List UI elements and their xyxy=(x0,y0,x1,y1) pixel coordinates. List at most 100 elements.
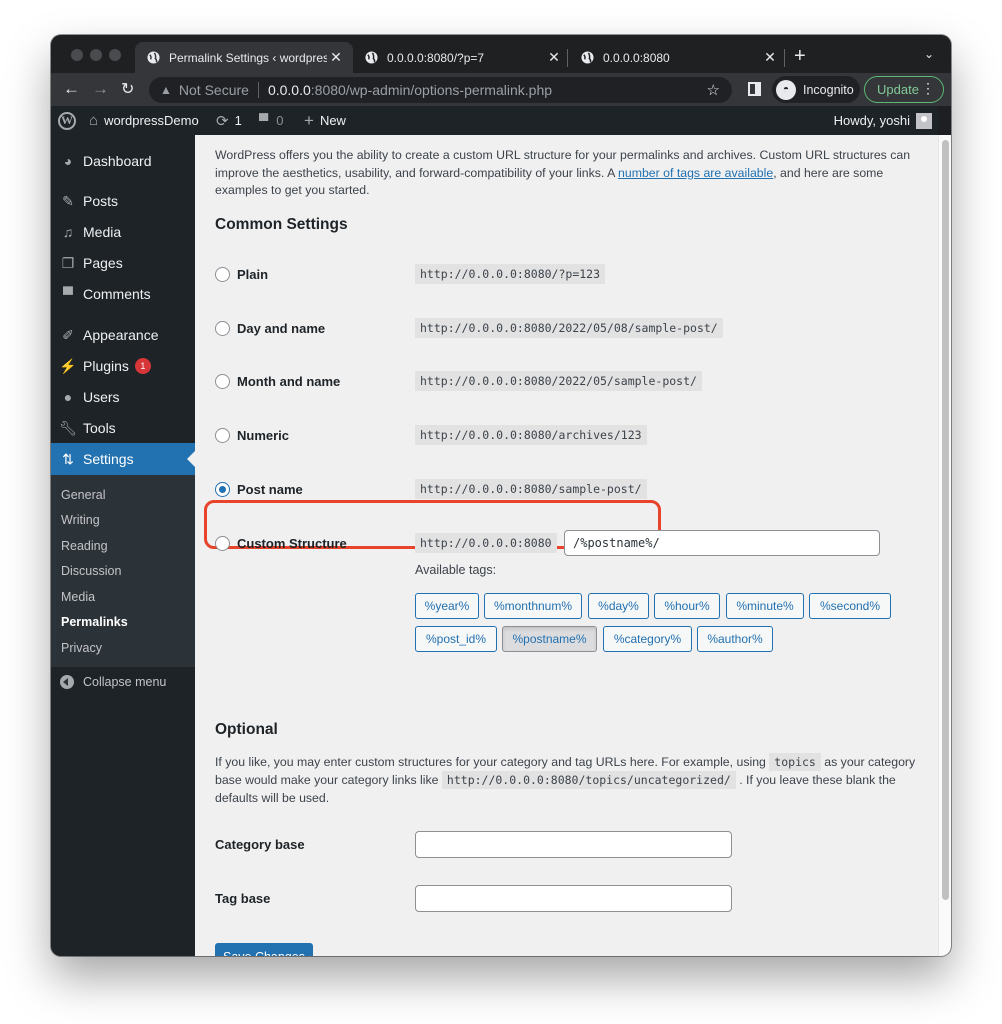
close-icon[interactable]: ✕ xyxy=(327,49,345,66)
tag-button-post-id[interactable]: %post_id% xyxy=(415,626,497,652)
submenu-item-reading[interactable]: Reading xyxy=(61,539,108,553)
site-name-link[interactable]: ⌂ wordpressDemo xyxy=(89,106,199,135)
option-label: Custom Structure xyxy=(237,535,347,551)
comments-count: 0 xyxy=(276,113,284,128)
forward-arrow-icon[interactable]: → xyxy=(92,79,109,99)
option-month-and-name[interactable]: Month and name xyxy=(215,370,340,392)
page-scrollbar[interactable] xyxy=(938,135,951,956)
tag-button-hour[interactable]: %hour% xyxy=(654,593,720,619)
sidebar-item-appearance[interactable]: ✐ Appearance xyxy=(51,320,195,350)
tag-button-second[interactable]: %second% xyxy=(809,593,891,619)
intro-paragraph: WordPress offers you the ability to crea… xyxy=(215,147,920,200)
category-base-input[interactable] xyxy=(415,831,732,858)
comment-icon: ▀ xyxy=(63,286,73,302)
kebab-menu-icon[interactable]: ⋮ xyxy=(921,80,935,97)
example-url-day-and-name: http://0.0.0.0:8080/2022/05/08/sample-po… xyxy=(415,318,723,338)
user-icon: ● xyxy=(63,389,73,405)
scrollbar-thumb[interactable] xyxy=(942,140,949,900)
radio-custom-structure[interactable] xyxy=(215,535,230,551)
save-changes-button[interactable]: Save Changes xyxy=(215,943,313,956)
submenu-item-writing[interactable]: Writing xyxy=(61,513,100,527)
tag-button-year[interactable]: %year% xyxy=(415,593,479,619)
optional-description: If you like, you may enter custom struct… xyxy=(215,753,925,807)
submenu-item-discussion[interactable]: Discussion xyxy=(61,564,121,578)
collapse-menu-button[interactable]: Collapse menu xyxy=(51,669,166,694)
option-label: Plain xyxy=(237,266,269,282)
wrench-icon: 🔧︎ xyxy=(59,419,77,436)
sidebar-item-label: Dashboard xyxy=(83,153,152,169)
option-custom-structure[interactable]: Custom Structure xyxy=(215,532,347,554)
window-minimize-dot[interactable] xyxy=(90,49,102,61)
tag-button-monthnum[interactable]: %monthnum% xyxy=(484,593,582,619)
custom-structure-input[interactable]: /%postname%/ xyxy=(564,530,880,556)
radio-plain[interactable] xyxy=(215,266,230,282)
admin-sidebar: ◕ Dashboard ✎ Posts ♫ Media ❐ Pages ▀ Co… xyxy=(51,135,195,956)
tab-search-chevron-icon[interactable]: ⌄ xyxy=(924,47,934,61)
window-close-dot[interactable] xyxy=(71,49,83,61)
sidebar-item-comments[interactable]: ▀ Comments xyxy=(51,279,195,309)
sidebar-item-tools[interactable]: 🔧︎ Tools xyxy=(51,413,195,443)
radio-month-and-name[interactable] xyxy=(215,373,230,389)
option-day-and-name[interactable]: Day and name xyxy=(215,317,325,339)
submenu-item-permalinks[interactable]: Permalinks xyxy=(61,615,128,629)
url-path: :8080/wp-admin/options-permalink.php xyxy=(310,82,553,98)
tag-button-author[interactable]: %author% xyxy=(697,626,773,652)
optional-heading: Optional xyxy=(215,721,278,738)
category-base-label: Category base xyxy=(215,837,305,852)
tag-button-day[interactable]: %day% xyxy=(588,593,649,619)
comments-link[interactable]: ▀ 0 xyxy=(259,106,283,135)
option-numeric[interactable]: Numeric xyxy=(215,424,289,446)
wordpress-logo-icon: W xyxy=(58,111,76,130)
option-post-name[interactable]: Post name xyxy=(215,478,303,500)
close-icon[interactable]: ✕ xyxy=(545,49,563,66)
sidebar-item-dashboard[interactable]: ◕ Dashboard xyxy=(51,146,195,176)
updates-link[interactable]: ⟳ 1 xyxy=(216,106,242,135)
globe-icon xyxy=(581,51,594,64)
sidebar-item-users[interactable]: ● Users xyxy=(51,382,195,412)
submenu-item-media[interactable]: Media xyxy=(61,590,95,604)
address-bar[interactable]: ▲ Not Secure 0.0.0.0:8080/wp-admin/optio… xyxy=(149,77,732,103)
submenu-item-privacy[interactable]: Privacy xyxy=(61,641,102,655)
tags-help-link[interactable]: number of tags are available xyxy=(618,166,773,180)
sidebar-item-label: Media xyxy=(83,224,122,240)
tab-permalink-settings[interactable]: Permalink Settings ‹ wordpressDemo ✕ xyxy=(135,42,353,73)
radio-post-name[interactable] xyxy=(215,481,230,497)
sidebar-item-posts[interactable]: ✎ Posts xyxy=(51,186,195,216)
address-divider xyxy=(257,82,259,98)
reload-icon[interactable]: ↻ xyxy=(121,79,134,99)
sidebar-item-plugins[interactable]: ⚡ Plugins 1 xyxy=(51,351,195,381)
radio-numeric[interactable] xyxy=(215,427,230,443)
close-icon[interactable]: ✕ xyxy=(761,49,779,66)
option-label: Post name xyxy=(237,481,303,497)
globe-icon xyxy=(365,51,378,64)
tag-button-postname[interactable]: %postname% xyxy=(502,626,597,652)
tag-button-category[interactable]: %category% xyxy=(603,626,692,652)
sidebar-item-media[interactable]: ♫ Media xyxy=(51,217,195,247)
bookmark-star-icon[interactable]: ☆ xyxy=(707,81,720,99)
sidebar-item-settings[interactable]: ⇅ Settings xyxy=(51,443,195,475)
example-url-post-name: http://0.0.0.0:8080/sample-post/ xyxy=(415,479,647,499)
tab-post-7[interactable]: 0.0.0.0:8080/?p=7 ✕ xyxy=(353,42,571,73)
sidebar-item-label: Comments xyxy=(83,286,151,302)
window-zoom-dot[interactable] xyxy=(109,49,121,61)
option-plain[interactable]: Plain xyxy=(215,263,268,285)
submenu-item-general[interactable]: General xyxy=(61,488,105,502)
wp-logo-menu[interactable]: W xyxy=(58,106,76,135)
update-button[interactable]: Update ⋮ xyxy=(864,76,944,103)
sidebar-item-label: Appearance xyxy=(83,327,159,343)
tag-button-minute[interactable]: %minute% xyxy=(726,593,804,619)
new-content-link[interactable]: + New xyxy=(304,106,346,135)
tab-separator xyxy=(567,49,568,67)
example-url-month-and-name: http://0.0.0.0:8080/2022/05/sample-post/ xyxy=(415,371,702,391)
new-tab-button[interactable]: + xyxy=(794,45,806,68)
incognito-indicator[interactable]: ◓ Incognito xyxy=(772,76,860,103)
code-topics: topics xyxy=(769,753,821,771)
radio-day-and-name[interactable] xyxy=(215,320,230,336)
side-panel-icon[interactable] xyxy=(748,82,761,96)
tab-home[interactable]: 0.0.0.0:8080 ✕ xyxy=(569,42,787,73)
account-menu[interactable]: Howdy, yoshi xyxy=(834,106,932,135)
back-arrow-icon[interactable]: ← xyxy=(63,79,80,99)
sidebar-item-pages[interactable]: ❐ Pages xyxy=(51,248,195,278)
plugin-icon: ⚡ xyxy=(59,357,77,374)
tag-base-input[interactable] xyxy=(415,885,732,912)
